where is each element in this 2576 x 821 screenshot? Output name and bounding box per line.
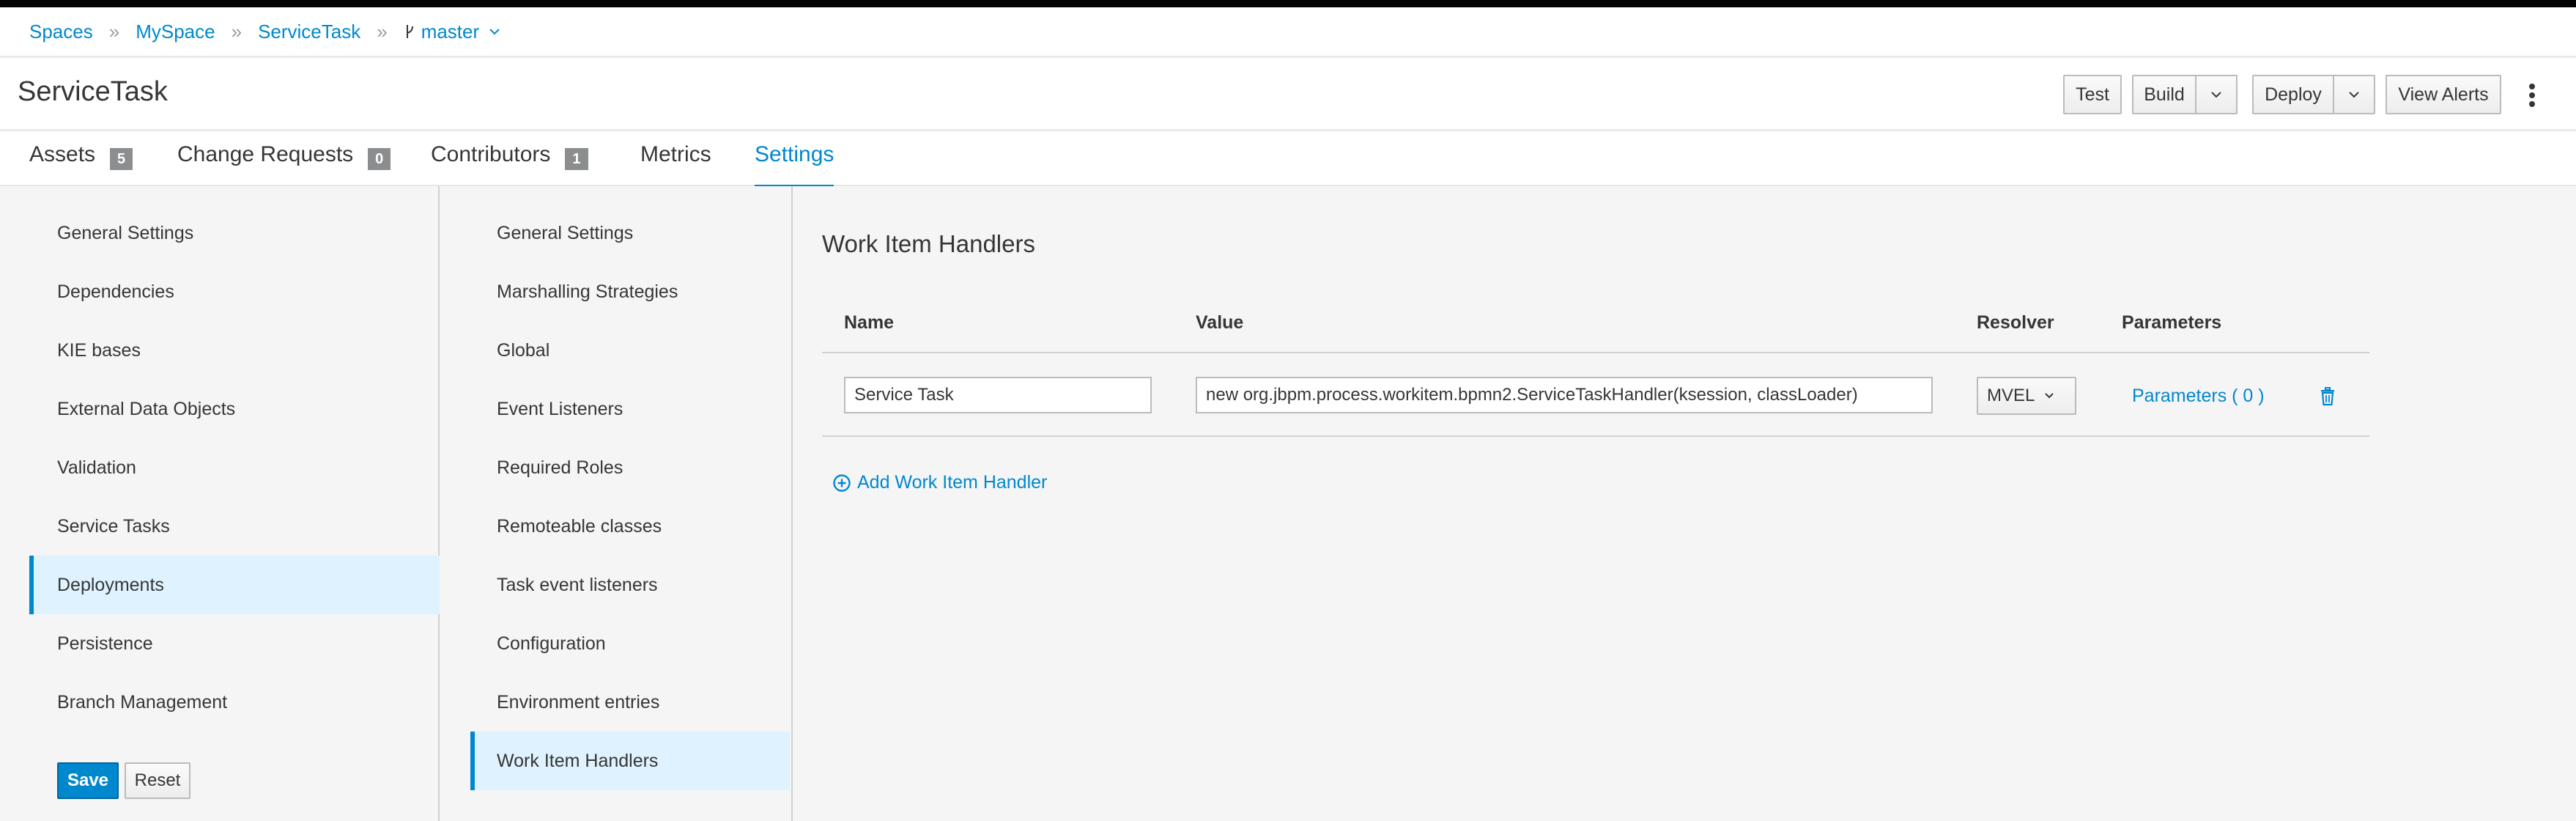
resolver-value: MVEL [1987,386,2035,405]
settings-nav-general-settings[interactable]: General Settings [29,204,440,262]
handler-value-input[interactable] [1196,377,1933,413]
count-badge: 0 [368,148,391,170]
settings-nav-dependencies[interactable]: Dependencies [29,262,440,321]
column-value: Value [1196,312,1244,333]
deploy-button[interactable]: Deploy [2252,75,2334,114]
deployments-nav-environment-entries[interactable]: Environment entries [470,673,790,732]
chevron-down-icon [2045,393,2054,399]
breadcrumb: Spaces » MySpace » ServiceTask » master [0,7,2576,57]
parameters-link[interactable]: Parameters ( 0 ) [2132,386,2265,407]
top-bar [0,0,2576,7]
add-work-item-handler-label: Add Work Item Handler [857,472,1048,493]
count-badge: 1 [565,148,588,170]
tab-settings[interactable]: Settings [755,142,834,188]
tab-contributors[interactable]: Contributors 1 [431,142,588,185]
settings-nav-branch-management[interactable]: Branch Management [29,673,440,732]
chevron-down-icon [489,29,500,35]
save-button[interactable]: Save [57,762,119,799]
plus-circle-icon [833,474,851,492]
tab-label: Change Requests [177,142,354,166]
deployments-nav-work-item-handlers[interactable]: Work Item Handlers [470,732,790,790]
deployments-nav-remoteable-classes[interactable]: Remoteable classes [470,497,790,556]
breadcrumb-myspace[interactable]: MySpace [136,21,215,43]
tab-label: Metrics [640,142,711,166]
deploy-dropdown-button[interactable] [2333,75,2375,114]
branch-icon [406,25,413,38]
chevron-down-icon [2211,92,2221,98]
settings-nav-deployments[interactable]: Deployments [29,556,440,614]
settings-nav-service-tasks[interactable]: Service Tasks [29,497,440,556]
branch-name: master [421,20,480,43]
settings-nav-external-data-objects[interactable]: External Data Objects [29,380,440,438]
table-row: MVEL Parameters ( 0 ) [822,353,2369,437]
breadcrumb-project[interactable]: ServiceTask [258,21,360,43]
branch-selector[interactable]: master [404,21,501,43]
column-parameters: Parameters [2122,312,2222,333]
tab-metrics[interactable]: Metrics [640,142,711,185]
work-item-handlers-panel: Work Item Handlers Name Value Resolver P… [793,186,2576,821]
breadcrumb-separator: » [108,20,120,43]
breadcrumb-separator: » [377,20,388,43]
settings-nav-validation[interactable]: Validation [29,438,440,497]
kebab-menu-icon[interactable] [2528,81,2536,110]
breadcrumb-spaces[interactable]: Spaces [29,21,93,43]
deployments-nav-general-settings[interactable]: General Settings [470,204,790,262]
project-header: ServiceTask Test Build Deploy View Alert… [0,59,2576,130]
deployments-nav-event-listeners[interactable]: Event Listeners [470,380,790,438]
count-badge: 5 [110,148,133,170]
tab-change-requests[interactable]: Change Requests 0 [177,142,391,185]
deployments-nav-task-event-listeners[interactable]: Task event listeners [470,556,790,614]
view-alerts-button[interactable]: View Alerts [2386,75,2501,114]
trash-icon[interactable] [2320,387,2336,406]
settings-nav-kie-bases[interactable]: KIE bases [29,321,440,380]
deployments-nav-required-roles[interactable]: Required Roles [470,438,790,497]
deployments-nav-configuration[interactable]: Configuration [470,614,790,673]
tab-label: Contributors [431,142,551,166]
chevron-down-icon [2349,92,2359,98]
settings-nav-persistence[interactable]: Persistence [29,614,440,673]
add-work-item-handler-link[interactable]: Add Work Item Handler [832,472,1047,493]
page-title: ServiceTask [18,76,168,107]
build-button[interactable]: Build [2132,75,2196,114]
column-resolver: Resolver [1977,312,2054,333]
deployments-nav-marshalling-strategies[interactable]: Marshalling Strategies [470,262,790,321]
test-button[interactable]: Test [2063,75,2122,114]
tab-label: Assets [29,142,96,166]
tab-assets[interactable]: Assets 5 [29,142,133,185]
build-dropdown-button[interactable] [2195,75,2238,114]
deployments-nav-global[interactable]: Global [470,321,790,380]
breadcrumb-separator: » [231,20,243,43]
project-tabs: Assets 5 Change Requests 0 Contributors … [0,132,2576,188]
handler-name-input[interactable] [844,377,1152,413]
reset-button[interactable]: Reset [125,762,190,799]
section-title: Work Item Handlers [822,230,1035,257]
resolver-select[interactable]: MVEL [1977,377,2076,415]
table-header: Name Value Resolver Parameters [822,296,2369,353]
column-name: Name [844,312,895,333]
tab-label: Settings [755,142,834,166]
